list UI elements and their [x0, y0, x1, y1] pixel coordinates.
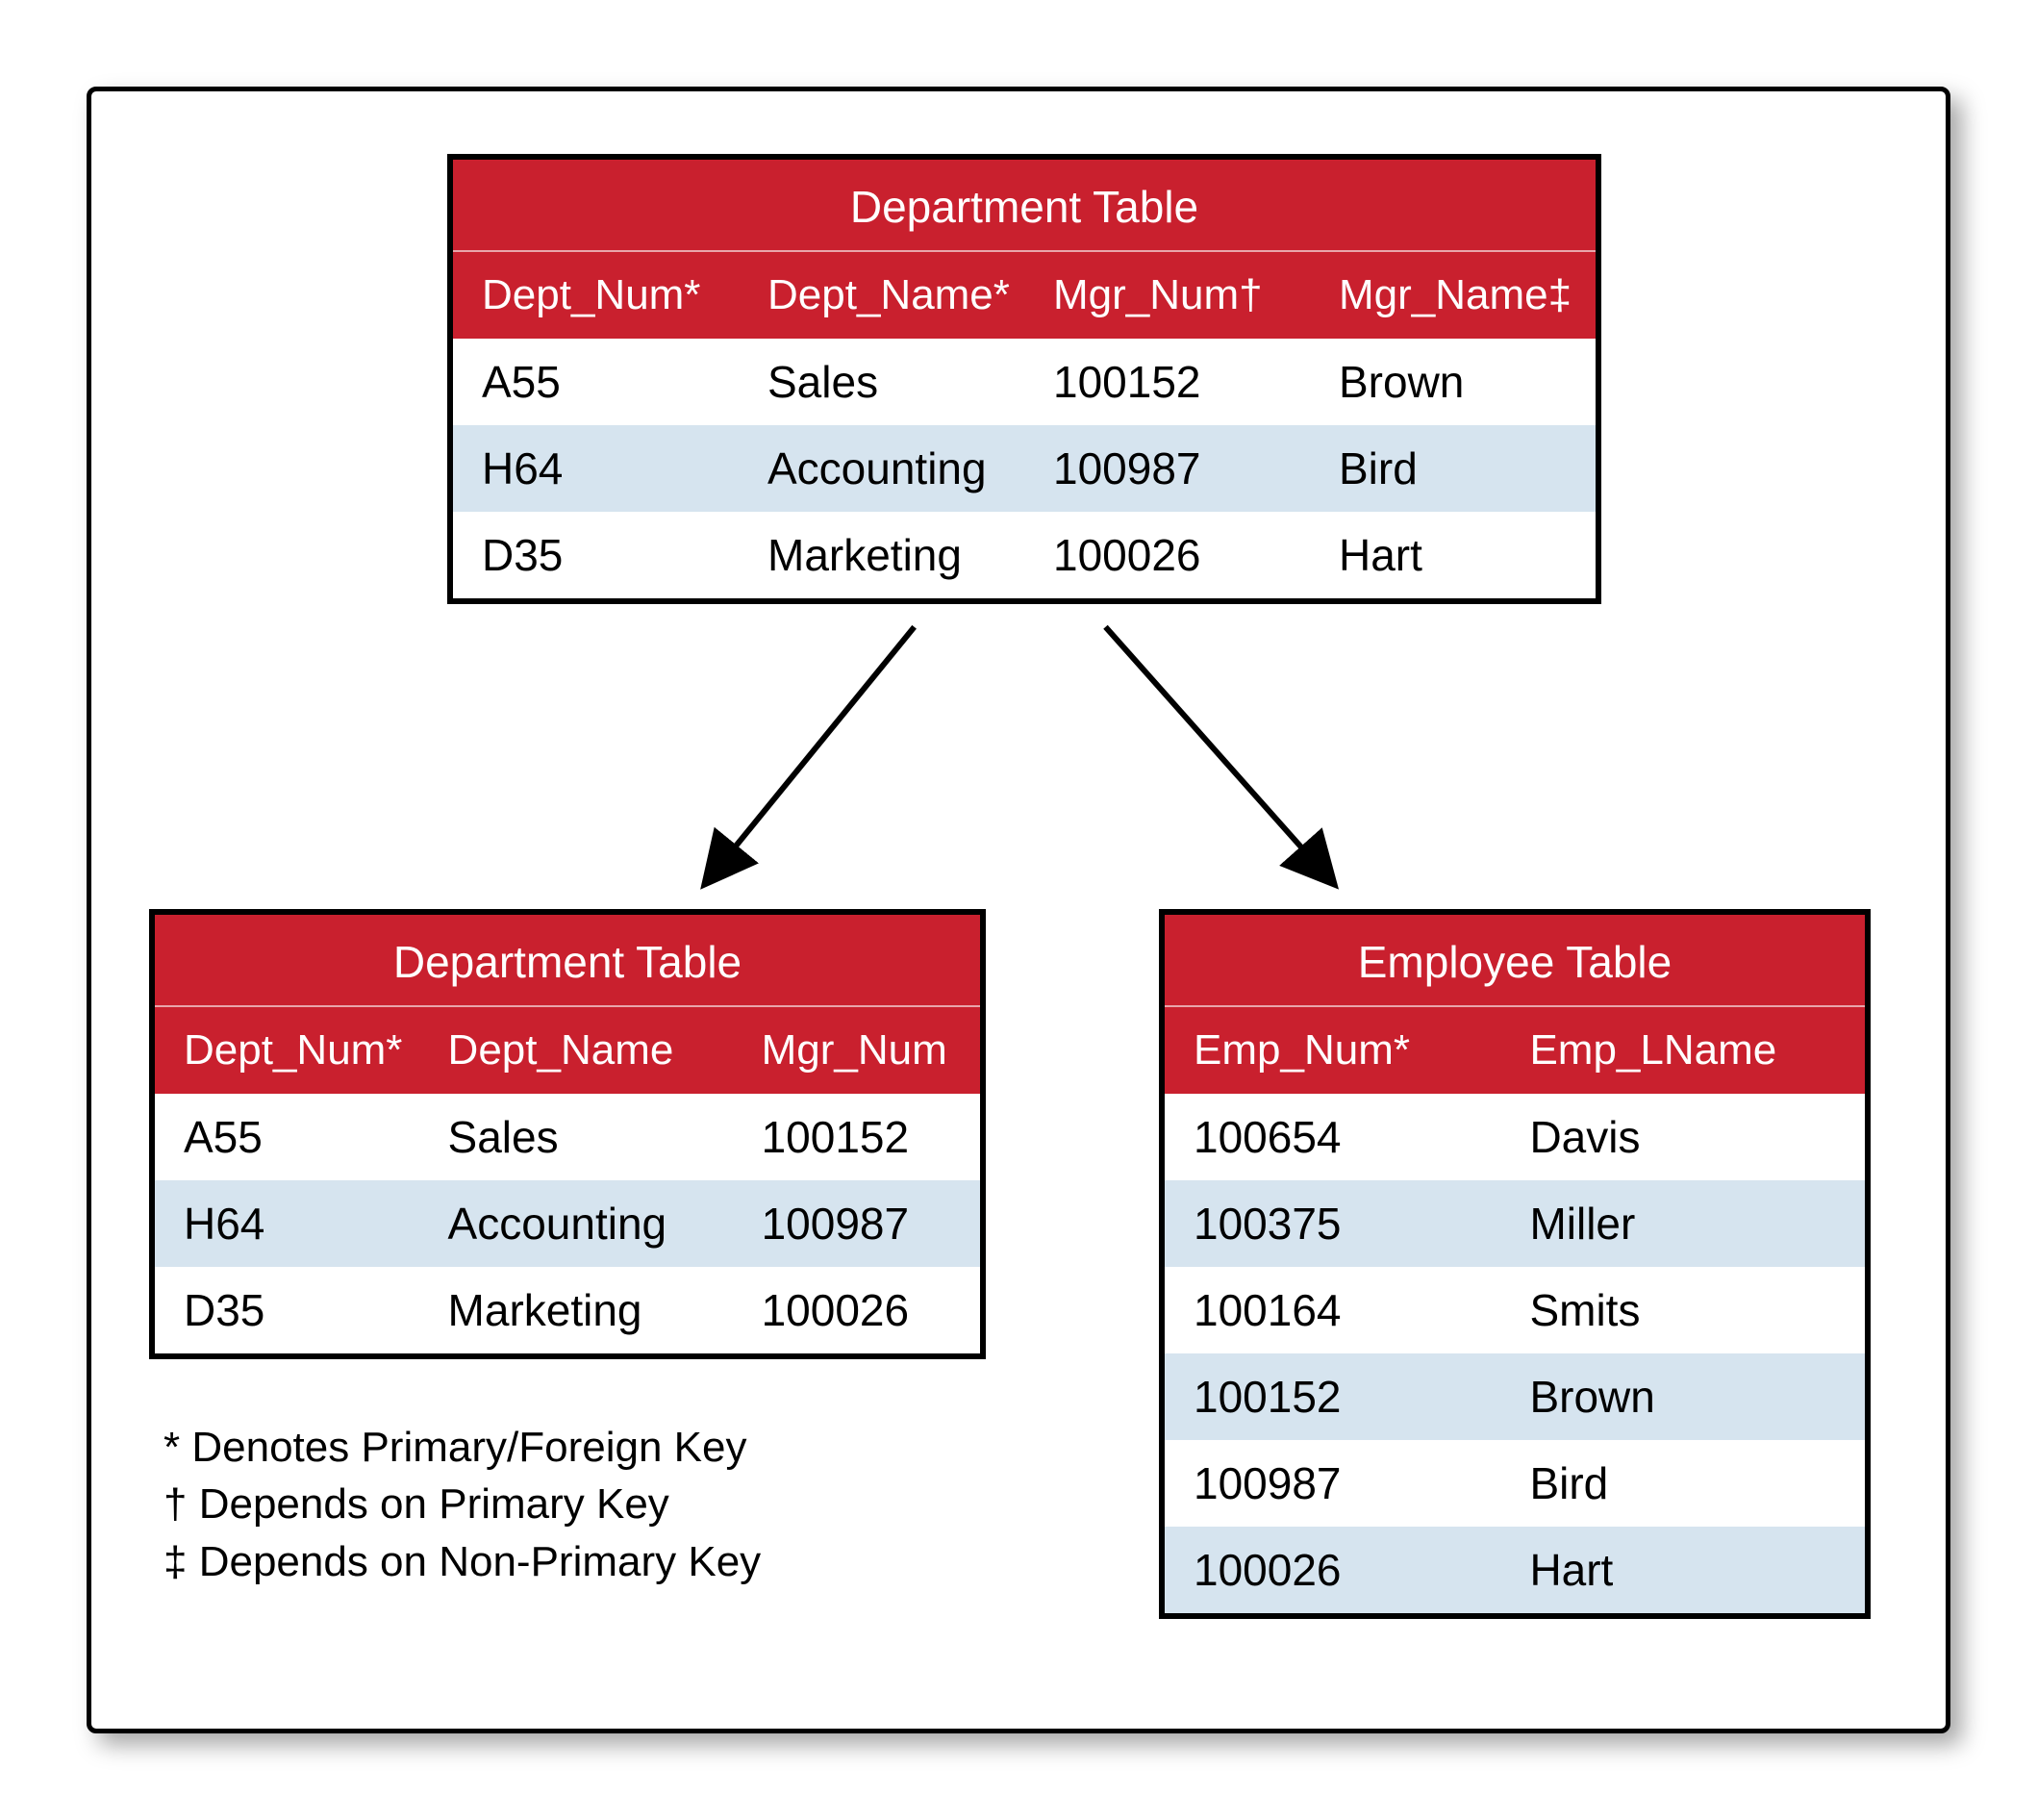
table-row: A55 Sales 100152 — [155, 1094, 980, 1180]
col-header: Dept_Name* — [739, 252, 1024, 339]
cell: 100026 — [1165, 1527, 1500, 1613]
col-header: Emp_Num* — [1165, 1007, 1500, 1094]
cell: 100987 — [1165, 1440, 1500, 1527]
cell: 100164 — [1165, 1267, 1500, 1353]
cell: 100987 — [733, 1180, 980, 1267]
cell: H64 — [453, 425, 739, 512]
table-title: Department Table — [155, 915, 980, 1007]
cell: Brown — [1310, 339, 1596, 425]
table-row: 100987 Bird — [1165, 1440, 1865, 1527]
table-row: D35 Marketing 100026 Hart — [453, 512, 1596, 598]
table-headers: Dept_Num* Dept_Name Mgr_Num — [155, 1007, 980, 1094]
table-title: Employee Table — [1165, 915, 1865, 1007]
cell: Davis — [1500, 1094, 1865, 1180]
cell: D35 — [155, 1267, 419, 1353]
col-header: Mgr_Num† — [1024, 252, 1310, 339]
cell: 100026 — [733, 1267, 980, 1353]
cell: 100152 — [733, 1094, 980, 1180]
cell: 100152 — [1024, 339, 1310, 425]
col-header: Mgr_Num — [733, 1007, 980, 1094]
table-row: 100152 Brown — [1165, 1353, 1865, 1440]
col-header: Mgr_Name‡ — [1310, 252, 1596, 339]
legend: * Denotes Primary/Foreign Key † Depends … — [163, 1419, 761, 1590]
cell: Accounting — [739, 425, 1024, 512]
legend-line: † Depends on Primary Key — [163, 1476, 761, 1532]
employee-table: Employee Table Emp_Num* Emp_LName 100654… — [1159, 909, 1871, 1619]
cell: 100654 — [1165, 1094, 1500, 1180]
legend-line: * Denotes Primary/Foreign Key — [163, 1419, 761, 1476]
cell: D35 — [453, 512, 739, 598]
cell: Accounting — [419, 1180, 733, 1267]
table-headers: Dept_Num* Dept_Name* Mgr_Num† Mgr_Name‡ — [453, 252, 1596, 339]
table-row: D35 Marketing 100026 — [155, 1267, 980, 1353]
table-headers: Emp_Num* Emp_LName — [1165, 1007, 1865, 1094]
table-row: 100164 Smits — [1165, 1267, 1865, 1353]
legend-line: ‡ Depends on Non-Primary Key — [163, 1533, 761, 1590]
cell: Brown — [1500, 1353, 1865, 1440]
cell: Hart — [1310, 512, 1596, 598]
cell: Sales — [419, 1094, 733, 1180]
cell: Hart — [1500, 1527, 1865, 1613]
col-header: Dept_Name — [419, 1007, 733, 1094]
col-header: Dept_Num* — [453, 252, 739, 339]
table-row: H64 Accounting 100987 Bird — [453, 425, 1596, 512]
cell: Miller — [1500, 1180, 1865, 1267]
table-row: H64 Accounting 100987 — [155, 1180, 980, 1267]
cell: Marketing — [419, 1267, 733, 1353]
cell: Bird — [1310, 425, 1596, 512]
cell: A55 — [155, 1094, 419, 1180]
department-table-top: Department Table Dept_Num* Dept_Name* Mg… — [447, 154, 1601, 604]
cell: H64 — [155, 1180, 419, 1267]
cell: 100987 — [1024, 425, 1310, 512]
cell: Marketing — [739, 512, 1024, 598]
cell: A55 — [453, 339, 739, 425]
table-row: A55 Sales 100152 Brown — [453, 339, 1596, 425]
cell: Sales — [739, 339, 1024, 425]
cell: 100375 — [1165, 1180, 1500, 1267]
cell: 100026 — [1024, 512, 1310, 598]
table-row: 100654 Davis — [1165, 1094, 1865, 1180]
cell: Smits — [1500, 1267, 1865, 1353]
cell: Bird — [1500, 1440, 1865, 1527]
col-header: Dept_Num* — [155, 1007, 419, 1094]
table-title: Department Table — [453, 160, 1596, 252]
table-row: 100026 Hart — [1165, 1527, 1865, 1613]
department-table-bottom: Department Table Dept_Num* Dept_Name Mgr… — [149, 909, 986, 1359]
col-header: Emp_LName — [1500, 1007, 1865, 1094]
diagram-panel: Department Table Dept_Num* Dept_Name* Mg… — [87, 87, 1950, 1733]
table-row: 100375 Miller — [1165, 1180, 1865, 1267]
cell: 100152 — [1165, 1353, 1500, 1440]
